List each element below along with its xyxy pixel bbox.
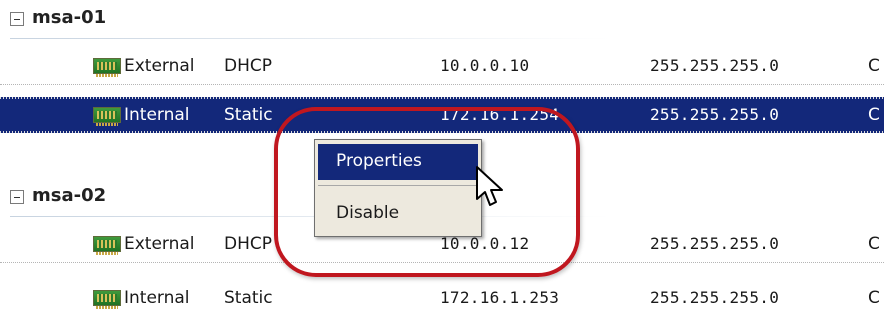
adapter-ip: 172.16.1.253 xyxy=(440,288,560,307)
adapter-mode: Static xyxy=(224,105,273,125)
group-title: msa-01 xyxy=(32,7,107,28)
menu-item-label: Disable xyxy=(336,203,400,223)
adapter-extra: C xyxy=(868,234,880,254)
network-adapter-icon xyxy=(93,236,121,255)
adapter-mask: 255.255.255.0 xyxy=(650,56,780,75)
adapter-row[interactable]: External DHCP 10.0.0.10 255.255.255.0 C xyxy=(0,48,884,85)
mouse-pointer-icon xyxy=(476,166,503,206)
adapter-extra: C xyxy=(868,56,880,76)
adapter-mask: 255.255.255.0 xyxy=(650,105,780,124)
menu-item-label: Properties xyxy=(336,151,422,171)
adapter-name: External xyxy=(124,234,195,254)
adapter-name: External xyxy=(124,56,195,76)
adapter-name: Internal xyxy=(124,105,190,125)
adapter-name: Internal xyxy=(124,288,190,308)
adapter-row[interactable]: Internal Static 172.16.1.253 255.255.255… xyxy=(0,280,884,316)
menu-item-disable[interactable]: Disable xyxy=(318,196,478,232)
network-adapter-icon xyxy=(93,107,121,126)
adapter-extra: C xyxy=(868,105,880,125)
collapse-minus-icon[interactable] xyxy=(10,12,24,26)
adapter-ip: 10.0.0.10 xyxy=(440,56,530,75)
network-adapter-icon xyxy=(93,290,121,309)
network-adapter-icon xyxy=(93,58,121,77)
context-menu: Properties Disable xyxy=(314,139,482,237)
collapse-minus-icon[interactable] xyxy=(10,190,24,204)
menu-separator xyxy=(318,185,478,186)
group-title: msa-02 xyxy=(32,185,107,206)
group-header-msa-01[interactable]: msa-01 xyxy=(0,0,884,40)
adapter-mode: DHCP xyxy=(224,234,272,254)
adapter-mask: 255.255.255.0 xyxy=(650,234,780,253)
adapter-mode: DHCP xyxy=(224,56,272,76)
adapter-extra: C xyxy=(868,288,880,308)
adapter-mask: 255.255.255.0 xyxy=(650,288,780,307)
menu-item-properties[interactable]: Properties xyxy=(318,144,478,180)
adapter-mode: Static xyxy=(224,288,273,308)
group-divider xyxy=(10,38,610,39)
